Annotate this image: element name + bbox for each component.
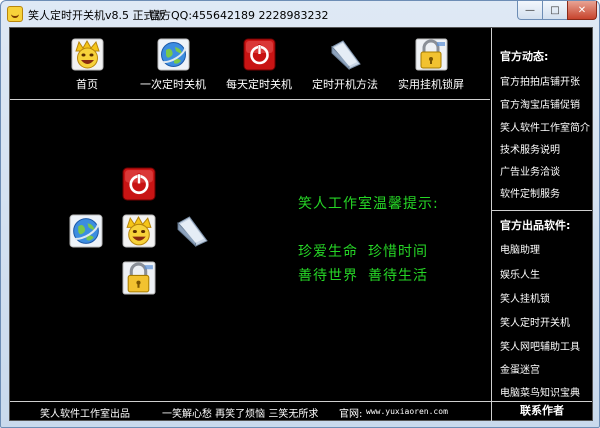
news-link-taobao[interactable]: 官方淘宝店铺促销 [500, 96, 580, 111]
product-link-maze[interactable]: 金蛋迷宫 [500, 361, 540, 376]
news-link-ads[interactable]: 广告业务洽谈 [500, 163, 560, 178]
product-link-assistant[interactable]: 电脑助理 [500, 241, 540, 256]
app-window: 笑人定时开关机v8.5 正式版 官方QQ:455642189 222898323… [0, 0, 600, 428]
folder-icon [329, 38, 362, 71]
power-icon[interactable] [122, 167, 156, 201]
toolbar-startup-method-button[interactable]: 定时开机方法 [300, 36, 390, 96]
footer-studio: 笑人软件工作室出品 [40, 409, 130, 420]
tip-line1a: 珍爱生命 [298, 244, 358, 260]
product-link-lock[interactable]: 笑人挂机锁 [500, 290, 550, 305]
news-link-paipai[interactable]: 官方拍拍店铺开张 [500, 73, 580, 88]
right-sidebar: 官方动态: 官方拍拍店铺开张 官方淘宝店铺促销 笑人软件工作室简介 技术服务说明… [491, 28, 592, 401]
news-title: 官方动态: [500, 50, 549, 63]
toolbar-once-shutdown-label: 一次定时关机 [140, 78, 206, 91]
sidebar-divider [492, 210, 592, 211]
app-smiley-icon [7, 6, 23, 22]
power-icon [243, 38, 276, 71]
globe-icon[interactable] [69, 214, 103, 248]
tip-line2a: 善待世界 [298, 268, 358, 284]
toolbar-daily-shutdown-label: 每天定时关机 [226, 78, 292, 91]
products-title: 官方出品软件: [500, 219, 571, 232]
footer: 笑人软件工作室出品 一笑解心愁 再笑了烦恼 三笑无所求 官网: www.yuxi… [10, 401, 592, 421]
product-link-entertainment[interactable]: 娱乐人生 [500, 266, 540, 281]
toolbar-lock-screen-button[interactable]: 实用挂机锁屏 [386, 36, 476, 96]
tip-line2b: 善待生活 [368, 268, 428, 284]
news-link-custom[interactable]: 软件定制服务 [500, 185, 560, 200]
minimize-button[interactable]: — [517, 1, 543, 20]
footer-site-label: 官网: [339, 409, 363, 420]
toolbar-daily-shutdown-button[interactable]: 每天定时关机 [214, 36, 304, 96]
lock-icon [415, 38, 448, 71]
client-area: 首页 一次定时关机 每天定时关机 定时开机方法 实用挂机锁屏 笑人工作室温馨提示… [9, 27, 593, 421]
news-link-tech[interactable]: 技术服务说明 [500, 141, 560, 156]
toolbar: 首页 一次定时关机 每天定时关机 定时开机方法 实用挂机锁屏 [10, 28, 490, 100]
contact-author-button[interactable]: 联系作者 [491, 402, 592, 421]
toolbar-once-shutdown-button[interactable]: 一次定时关机 [128, 36, 218, 96]
tip-line1b: 珍惜时间 [368, 244, 428, 260]
toolbar-home-button[interactable]: 首页 [42, 36, 132, 96]
news-link-studio[interactable]: 笑人软件工作室简介 [500, 119, 590, 134]
globe-icon [157, 38, 190, 71]
toolbar-lock-screen-label: 实用挂机锁屏 [398, 78, 464, 91]
footer-slogan: 一笑解心愁 再笑了烦恼 三笑无所求 [162, 409, 319, 420]
title-bar[interactable]: 笑人定时开关机v8.5 正式版 官方QQ:455642189 222898323… [1, 1, 599, 27]
tips-title: 笑人工作室温馨提示: [298, 196, 439, 212]
lock-icon[interactable] [122, 261, 156, 295]
toolbar-home-label: 首页 [76, 78, 98, 91]
maximize-button[interactable]: □ [542, 1, 568, 20]
product-link-knowledge[interactable]: 电脑菜鸟知识宝典 [500, 384, 580, 399]
folder-icon[interactable] [175, 214, 209, 248]
close-button[interactable]: ✕ [567, 1, 597, 20]
footer-site-url[interactable]: www.yuxiaoren.com [366, 407, 448, 416]
product-link-netcafe[interactable]: 笑人网吧辅助工具 [500, 338, 580, 353]
qq-info: 官方QQ:455642189 2228983232 [149, 9, 329, 22]
smiley-face-icon [71, 38, 104, 71]
product-link-timer[interactable]: 笑人定时开关机 [500, 314, 570, 329]
window-title: 笑人定时开关机v8.5 正式版 [28, 9, 166, 22]
toolbar-startup-method-label: 定时开机方法 [312, 78, 378, 91]
smiley-face-icon[interactable] [122, 214, 156, 248]
